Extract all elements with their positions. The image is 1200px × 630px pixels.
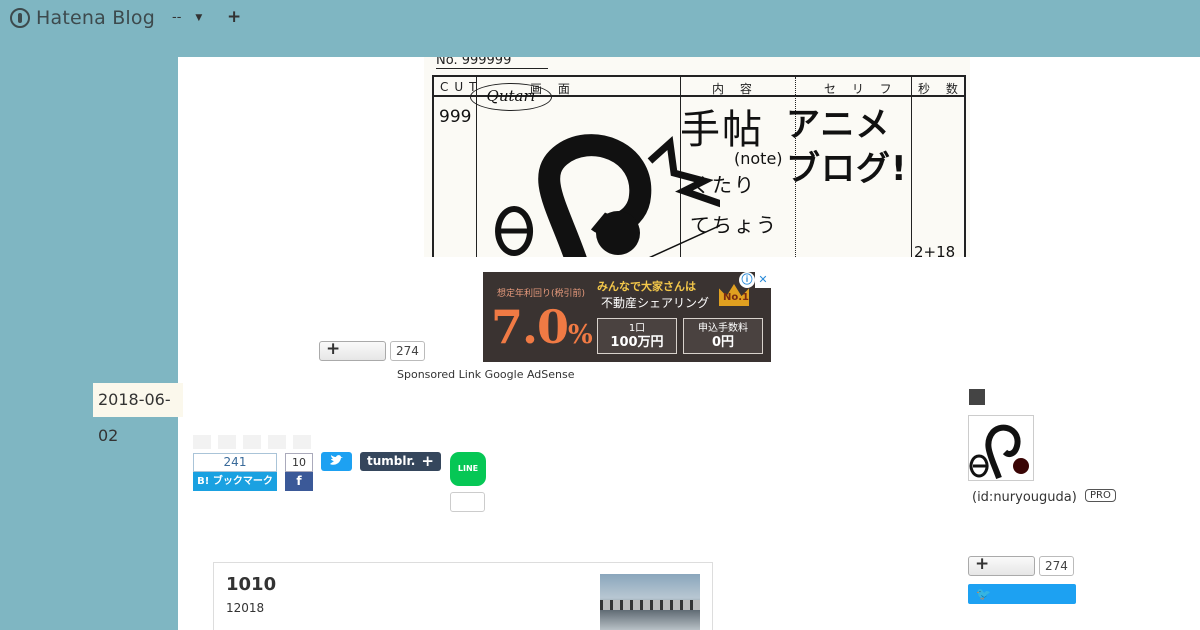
notebook-title: 手帖	[680, 107, 764, 153]
user-id[interactable]: (id:nuryouguda)	[972, 490, 1077, 505]
avatar[interactable]	[968, 415, 1034, 481]
facebook-share-count[interactable]: 10	[285, 453, 313, 472]
share-placeholder-row	[193, 435, 311, 449]
note-label: (note)	[734, 149, 783, 168]
facebook-share-button[interactable]: 10 f	[285, 453, 313, 491]
seconds-value: 2+18	[914, 243, 956, 257]
hatena-logo-icon	[10, 8, 30, 28]
twitter-icon: 🐦	[976, 587, 991, 601]
card-subtitle: 12018	[226, 601, 265, 615]
square-icon	[969, 389, 985, 405]
entry-date-day[interactable]: 02	[98, 426, 118, 445]
anime-line-1: アニメ	[786, 105, 891, 145]
tumblr-plus-icon: +	[421, 452, 434, 470]
blog-header-image[interactable]: No. 999999 CUT 画 面 内 容 セ リ フ 秒 数 999 2+1…	[424, 57, 970, 257]
ad-rate: 7.0%	[491, 300, 593, 354]
entry-date[interactable]: 2018-06-	[93, 383, 183, 417]
ad-no1-badge: No.1	[723, 292, 749, 303]
twitter-share-button[interactable]	[321, 452, 352, 471]
tumblr-label: tumblr.	[367, 454, 416, 468]
advertisement-banner[interactable]: ⓘ ✕ 想定年利回り(税引前) 7.0% みんなで大家さんは 不動産シェアリング…	[483, 272, 771, 362]
related-entry-card[interactable]: 1010 12018	[213, 562, 713, 630]
techo-label: てちょう	[690, 213, 778, 237]
card-thumbnail[interactable]	[600, 574, 700, 630]
anime-blog-label: アニメ ブログ!	[786, 103, 908, 191]
pro-badge: PRO	[1085, 489, 1116, 502]
facebook-icon[interactable]: f	[285, 472, 313, 491]
add-bookmark-button[interactable]	[319, 339, 386, 361]
ad-subheadline: 不動産シェアリング	[601, 296, 710, 310]
hatena-blog-logo[interactable]: Hatena Blog	[10, 7, 155, 29]
card-title[interactable]: 1010	[226, 574, 276, 595]
twitter-follow-button[interactable]: 🐦 @nuryouguda	[968, 584, 1076, 621]
hatena-bookmark-button[interactable]: 241 B! ブックマーク	[193, 453, 277, 491]
ad-info-icon[interactable]: ⓘ	[739, 272, 755, 288]
blog-select[interactable]: -- ▼	[172, 10, 202, 25]
blog-select-value: --	[172, 10, 182, 25]
brand-name: Hatena Blog	[36, 7, 155, 29]
kutari-label: くたり	[690, 173, 756, 197]
cut-number: 999	[439, 107, 472, 127]
bookmark-count[interactable]: 274	[390, 341, 425, 361]
sidebar-add-bookmark-button[interactable]	[968, 554, 1035, 576]
header-content: 内 容	[712, 82, 758, 96]
ad-headline: みんなで大家さんは	[597, 280, 696, 293]
ad-close-icon[interactable]: ✕	[755, 272, 771, 288]
ad-small-text: 想定年利回り(税引前)	[497, 289, 586, 299]
line-share-count	[450, 492, 485, 512]
header-dialogue: セ リ フ	[824, 82, 898, 96]
ad-box-unit: 1口 100万円	[597, 318, 677, 354]
caret-down-icon: ▼	[195, 12, 203, 23]
sidebar-bookmark-widget: 274	[968, 554, 1074, 576]
hatena-bookmark-count[interactable]: 241	[193, 453, 277, 472]
twitter-bird-icon	[330, 455, 343, 465]
header-seconds: 秒 数	[918, 82, 964, 96]
ad-controls: ⓘ ✕	[739, 272, 771, 288]
global-header: Hatena Blog -- ▼ +	[0, 0, 1200, 38]
sponsored-label: Sponsored Link Google AdSense	[397, 368, 575, 381]
profile-emblem-icon	[969, 424, 1029, 480]
ad-box-fee: 申込手数料 0円	[683, 318, 763, 354]
add-bookmark-widget: 274	[319, 339, 425, 361]
line-share-button[interactable]: LINE	[450, 452, 486, 486]
tumblr-share-button[interactable]: tumblr. +	[360, 452, 441, 471]
twitter-handle: @nuryouguda	[976, 607, 1061, 621]
hatena-bookmark-label[interactable]: B! ブックマーク	[193, 472, 277, 491]
storyboard-number: No. 999999	[436, 57, 548, 69]
add-button[interactable]: +	[227, 7, 241, 27]
sidebar-bookmark-count[interactable]: 274	[1039, 556, 1074, 576]
anime-line-2: ブログ!	[786, 149, 908, 189]
